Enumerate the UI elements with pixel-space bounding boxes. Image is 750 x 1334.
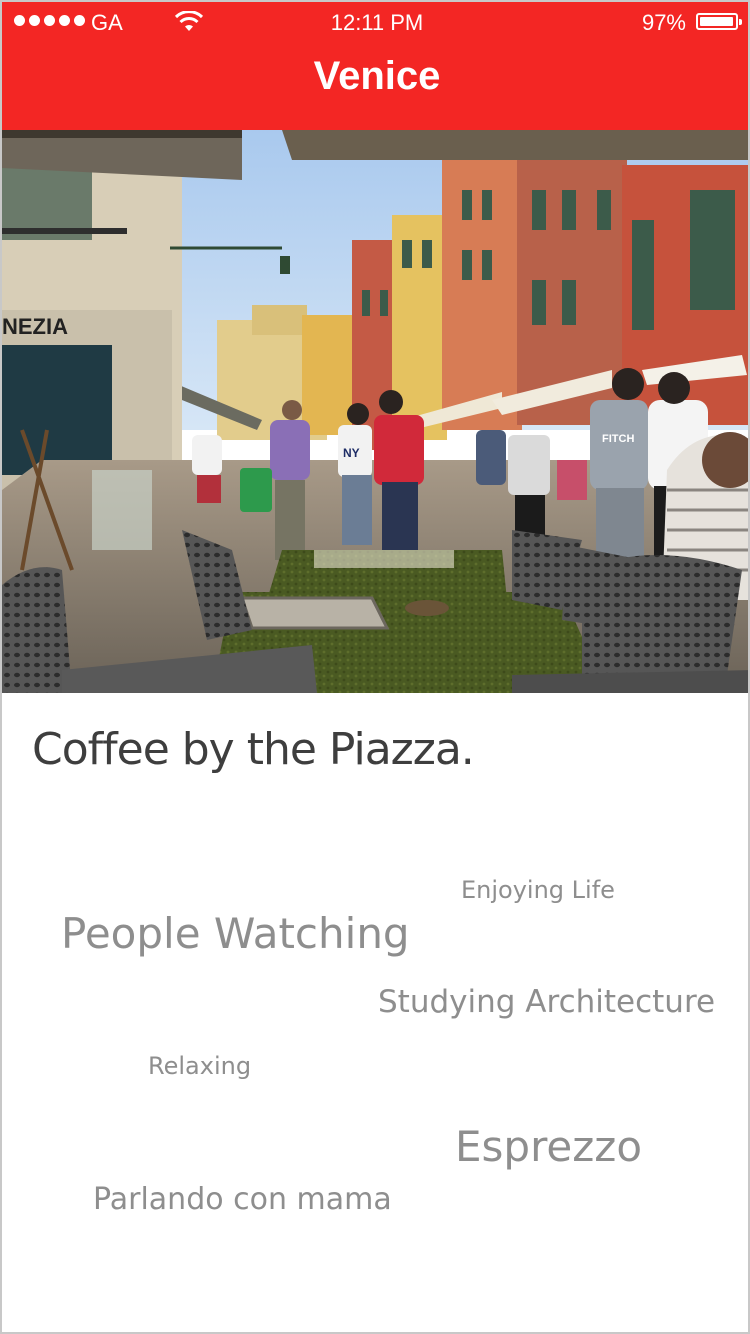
activity-tag: Enjoying Life — [461, 876, 615, 904]
activity-tag: Studying Architecture — [378, 984, 716, 1020]
navigation-header: GA 12:11 PM 97% Venice — [2, 2, 748, 130]
status-bar: GA 12:11 PM 97% — [2, 2, 748, 42]
storefront-sign: NEZIA — [2, 314, 68, 339]
shirt-print-ny: NY — [343, 446, 360, 460]
status-time: 12:11 PM — [330, 10, 424, 35]
shirt-print-fitch: FITCH — [602, 433, 634, 445]
activity-tag: People Watching — [61, 909, 410, 958]
activity-tag: Parlando con mama — [93, 1182, 392, 1217]
headline: Coffee by the Piazza. — [32, 724, 475, 775]
activity-tag: Esprezzo — [455, 1122, 643, 1171]
battery-icon — [696, 13, 742, 30]
activity-tag: Relaxing — [148, 1052, 252, 1080]
page-title: Venice — [313, 54, 441, 98]
app-screen: GA 12:11 PM 97% Venice NEZIA NY FITCH Co… — [0, 0, 750, 1334]
venice-cafe-photo: NEZIA NY FITCH — [2, 130, 748, 693]
battery-percentage: 97% — [641, 10, 686, 35]
